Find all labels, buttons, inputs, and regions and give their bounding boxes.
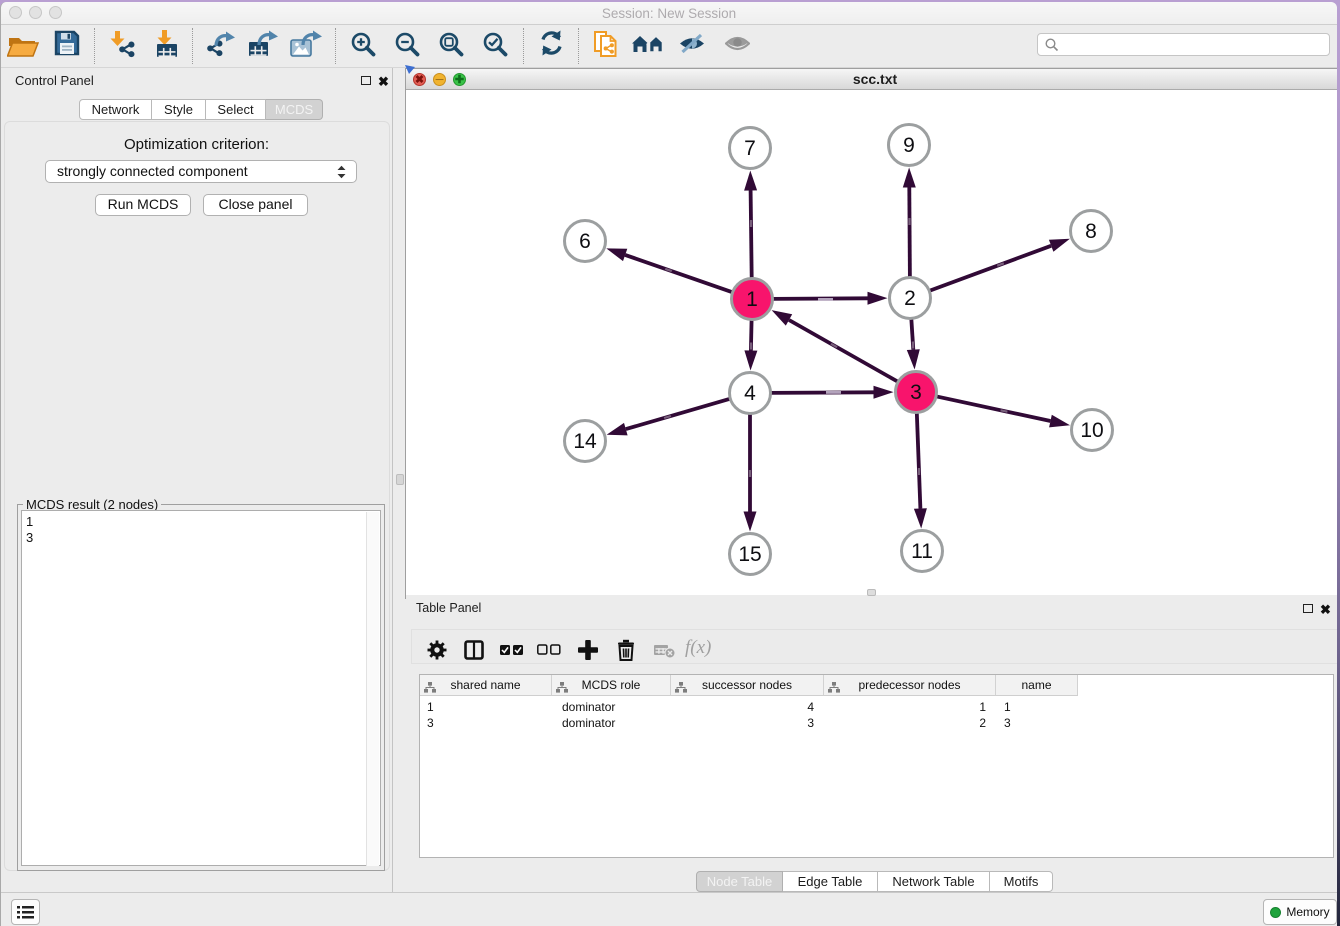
svg-text:8: 8 bbox=[1085, 220, 1097, 243]
svg-text:9: 9 bbox=[903, 134, 915, 157]
svg-text:11: 11 bbox=[911, 540, 933, 563]
svg-text:15: 15 bbox=[738, 543, 761, 566]
svg-text:4: 4 bbox=[744, 382, 756, 405]
svg-text:2: 2 bbox=[904, 287, 916, 310]
svg-text:14: 14 bbox=[573, 430, 597, 453]
svg-text:6: 6 bbox=[579, 230, 591, 253]
svg-text:10: 10 bbox=[1080, 419, 1103, 442]
svg-text:1: 1 bbox=[746, 288, 758, 311]
svg-text:3: 3 bbox=[910, 381, 922, 404]
svg-text:7: 7 bbox=[744, 137, 756, 160]
